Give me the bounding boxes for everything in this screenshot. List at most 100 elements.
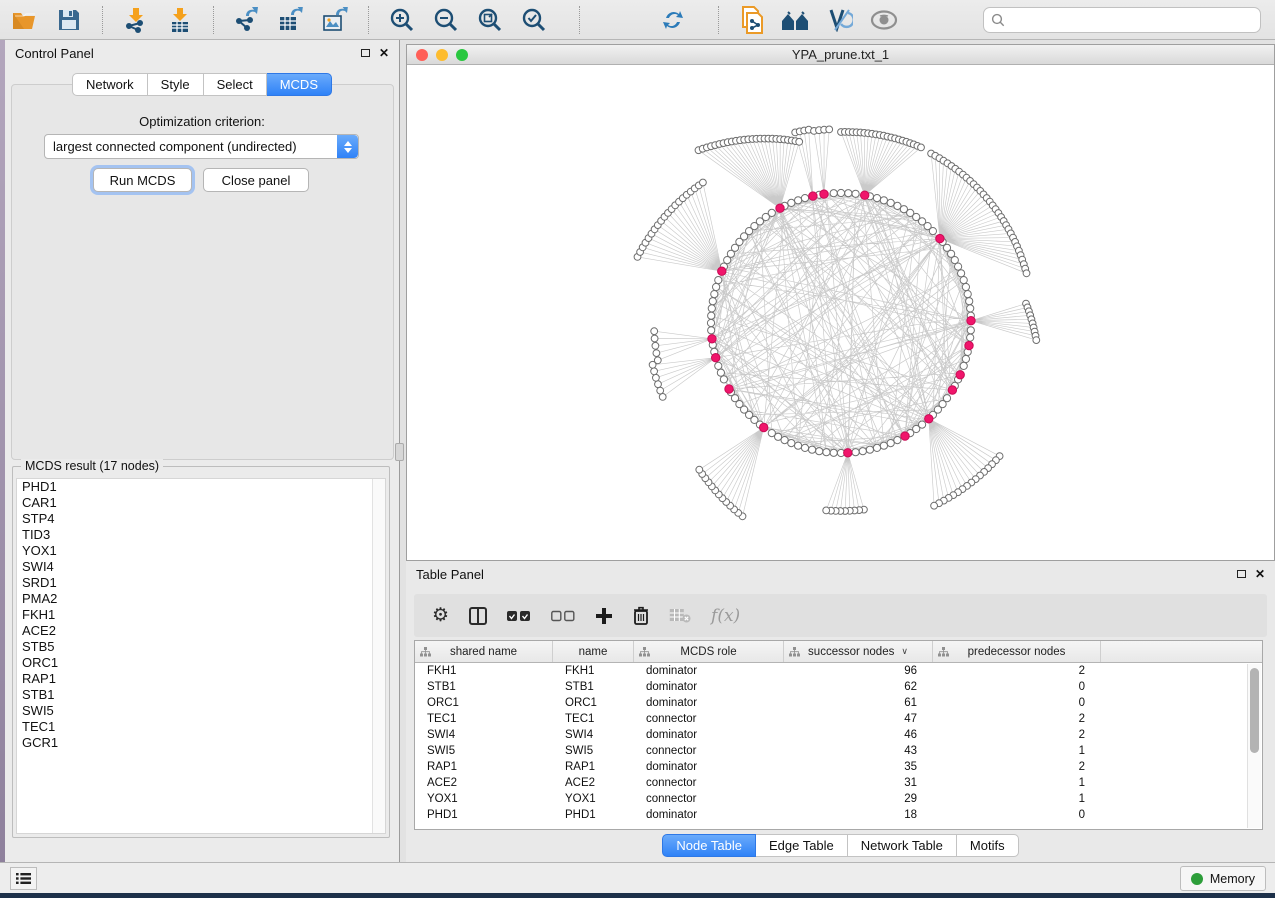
table-scrollbar-thumb[interactable] <box>1250 668 1259 753</box>
control-panel-tabs: NetworkStyleSelectMCDS <box>5 73 399 96</box>
mcds-result-item[interactable]: PHD1 <box>17 479 385 495</box>
criterion-value: largest connected component (undirected) <box>45 139 337 154</box>
import-table-icon[interactable] <box>165 5 195 35</box>
mcds-result-item[interactable]: SWI4 <box>17 559 385 575</box>
mcds-result-item[interactable]: SRD1 <box>17 575 385 591</box>
mcds-result-item[interactable]: PMA2 <box>17 591 385 607</box>
close-panel-icon[interactable]: ✕ <box>379 47 389 59</box>
clone-network-icon[interactable] <box>737 5 767 35</box>
network-window-titlebar[interactable]: YPA_prune.txt_1 <box>407 45 1274 65</box>
table-row[interactable]: ACE2ACE2connector311 <box>415 775 1262 791</box>
criterion-dropdown[interactable]: largest connected component (undirected) <box>44 134 359 159</box>
table-row[interactable]: FKH1FKH1dominator962 <box>415 663 1262 679</box>
show-columns-icon[interactable] <box>469 602 487 630</box>
table-row[interactable]: SWI5SWI5connector431 <box>415 743 1262 759</box>
table-cell: dominator <box>634 809 784 821</box>
zoom-in-icon[interactable] <box>387 5 417 35</box>
table-cell: YOX1 <box>415 793 553 805</box>
mcds-result-item[interactable]: ACE2 <box>17 623 385 639</box>
table-row[interactable]: YOX1YOX1connector291 <box>415 791 1262 807</box>
mcds-result-item[interactable]: YOX1 <box>17 543 385 559</box>
memory-button[interactable]: Memory <box>1180 866 1266 891</box>
network-graph[interactable] <box>407 65 1274 560</box>
mcds-result-item[interactable]: TID3 <box>17 527 385 543</box>
table-row[interactable]: PHD1PHD1dominator180 <box>415 807 1262 823</box>
column-header-successor-nodes[interactable]: successor nodes∨ <box>784 641 933 662</box>
tab-mcds[interactable]: MCDS <box>267 73 332 96</box>
deselect-all-checkbox-icon[interactable] <box>551 602 575 630</box>
table-cell: 31 <box>784 777 933 789</box>
table-cell: 2 <box>933 713 1101 725</box>
table-row[interactable]: ORC1ORC1dominator610 <box>415 695 1262 711</box>
table-toolbar: ⚙ f(x) <box>414 594 1267 637</box>
tab-network-table[interactable]: Network Table <box>848 834 957 857</box>
search-input[interactable] <box>1010 12 1253 29</box>
table-cell: RAP1 <box>415 761 553 773</box>
tab-node-table[interactable]: Node Table <box>662 834 756 857</box>
float-panel-icon[interactable] <box>1237 570 1246 578</box>
network-search-icon[interactable] <box>781 5 811 35</box>
mcds-list-scrollbar[interactable] <box>372 479 385 833</box>
table-cell: 62 <box>784 681 933 693</box>
mcds-result-item[interactable]: TEC1 <box>17 719 385 735</box>
apply-function-icon: f(x) <box>711 602 740 630</box>
tab-edge-table[interactable]: Edge Table <box>756 834 848 857</box>
workspace-area: YPA_prune.txt_1 Table Panel ✕ ⚙ <box>400 40 1275 862</box>
import-network-icon[interactable] <box>121 5 151 35</box>
task-history-button[interactable] <box>10 867 37 890</box>
column-header-predecessor-nodes[interactable]: predecessor nodes <box>933 641 1101 662</box>
run-mcds-button[interactable]: Run MCDS <box>93 168 192 192</box>
open-session-icon[interactable] <box>10 5 40 35</box>
column-header-shared-name[interactable]: shared name <box>415 641 553 662</box>
mcds-result-list[interactable]: PHD1CAR1STP4TID3YOX1SWI4SRD1PMA2FKH1ACE2… <box>16 478 386 834</box>
table-cell: dominator <box>634 681 784 693</box>
visual-mapping-icon[interactable] <box>825 5 855 35</box>
delete-column-icon[interactable] <box>633 602 649 630</box>
export-network-icon[interactable] <box>232 5 262 35</box>
table-cell: FKH1 <box>553 665 634 677</box>
mcds-result-item[interactable]: STB1 <box>17 687 385 703</box>
table-row[interactable]: STB1STB1dominator620 <box>415 679 1262 695</box>
zoom-out-icon[interactable] <box>431 5 461 35</box>
tab-network[interactable]: Network <box>72 73 148 96</box>
export-table-icon[interactable] <box>276 5 306 35</box>
table-scrollbar[interactable] <box>1247 664 1261 828</box>
zoom-fit-icon[interactable] <box>475 5 505 35</box>
select-all-checkbox-icon[interactable] <box>507 602 531 630</box>
close-panel-icon[interactable]: ✕ <box>1255 568 1265 580</box>
network-canvas[interactable] <box>407 65 1274 560</box>
mcds-result-item[interactable]: FKH1 <box>17 607 385 623</box>
mcds-result-item[interactable]: RAP1 <box>17 671 385 687</box>
mcds-result-item[interactable]: ORC1 <box>17 655 385 671</box>
table-row[interactable]: TEC1TEC1connector472 <box>415 711 1262 727</box>
refresh-layout-icon[interactable] <box>658 5 688 35</box>
column-header-name[interactable]: name <box>553 641 634 662</box>
zoom-selected-icon[interactable] <box>519 5 549 35</box>
table-options-icon[interactable]: ⚙ <box>432 602 449 630</box>
tab-style[interactable]: Style <box>148 73 204 96</box>
mcds-result-item[interactable]: SWI5 <box>17 703 385 719</box>
table-row[interactable]: RAP1RAP1dominator352 <box>415 759 1262 775</box>
float-panel-icon[interactable] <box>361 49 370 57</box>
tab-select[interactable]: Select <box>204 73 267 96</box>
table-cell: 2 <box>933 665 1101 677</box>
column-header-mcds-role[interactable]: MCDS role <box>634 641 784 662</box>
search-field[interactable] <box>983 7 1261 33</box>
table-cell: TEC1 <box>415 713 553 725</box>
close-panel-button[interactable]: Close panel <box>203 168 309 192</box>
table-cell: 96 <box>784 665 933 677</box>
save-session-icon[interactable] <box>54 5 84 35</box>
mcds-result-item[interactable]: CAR1 <box>17 495 385 511</box>
mcds-result-item[interactable]: STP4 <box>17 511 385 527</box>
tab-motifs[interactable]: Motifs <box>957 834 1019 857</box>
panel-splitter-handle[interactable] <box>395 443 404 461</box>
show-hide-eye-icon[interactable] <box>869 5 899 35</box>
export-image-icon[interactable] <box>320 5 350 35</box>
mcds-result-item[interactable]: STB5 <box>17 639 385 655</box>
mcds-result-item[interactable]: GCR1 <box>17 735 385 751</box>
table-cell: connector <box>634 777 784 789</box>
add-column-icon[interactable] <box>595 602 613 630</box>
toolbar-separator <box>368 6 369 34</box>
table-row[interactable]: SWI4SWI4dominator462 <box>415 727 1262 743</box>
table-cell: 0 <box>933 809 1101 821</box>
